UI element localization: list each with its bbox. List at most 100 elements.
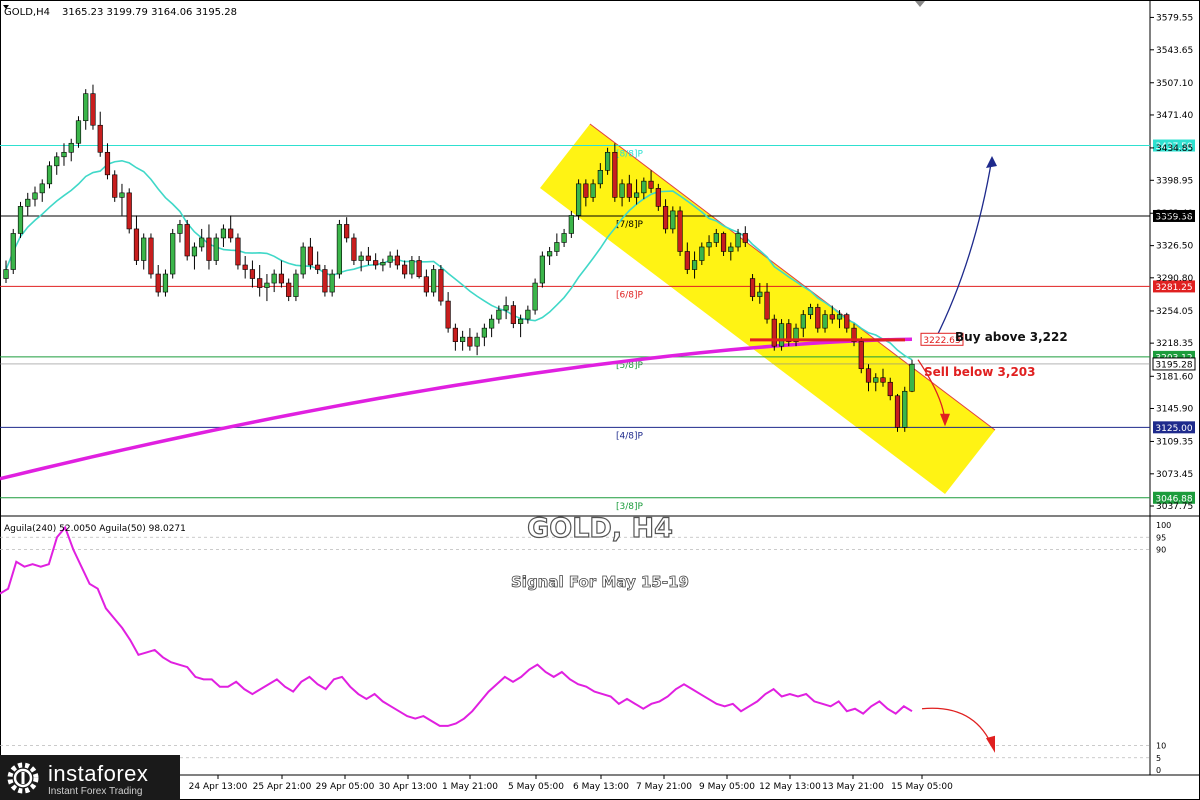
current-price-text: 3195.28 (1155, 360, 1192, 370)
osc-scale-label: 100 (1156, 521, 1171, 530)
candle-body (402, 264, 408, 275)
candle-body (39, 183, 45, 194)
time-tick-label: 30 Apr 13:00 (379, 782, 438, 792)
price-tick-label: 3326.50 (1156, 242, 1193, 252)
candle-body (699, 246, 705, 261)
logo-gear-icon (7, 762, 39, 794)
time-tick-label: 9 May 05:00 (699, 782, 755, 792)
time-tick-label: 24 Apr 13:00 (189, 782, 248, 792)
candle-body (358, 255, 364, 261)
candle-body (575, 183, 582, 216)
oscillator-panel: 100 95 90 10 5 0 (0, 521, 1171, 775)
candle-body (670, 210, 676, 230)
candle-body (126, 192, 132, 230)
osc-scale-label: 95 (1156, 533, 1166, 542)
indicator-label: Aguila(240) 52.0050 Aguila(50) 98.0271 (4, 524, 186, 534)
price-tick-label: 3543.65 (1156, 46, 1193, 56)
candle-body (655, 188, 661, 207)
candle-body (365, 255, 372, 261)
candle-body (235, 237, 241, 266)
chart-title: GOLD, H4 (527, 513, 673, 544)
time-tick-label: 5 May 05:00 (508, 782, 564, 792)
candle-body (452, 327, 458, 342)
candle-body (54, 156, 60, 167)
candle-body (220, 228, 227, 239)
buy-arrow (934, 157, 993, 341)
candle-body (626, 183, 632, 198)
candle-body (677, 210, 683, 252)
price-tick-label: 3073.45 (1156, 470, 1193, 480)
candle-body (90, 93, 96, 126)
candle-body (133, 228, 140, 261)
shift-marker (915, 1, 925, 7)
candle-body (17, 206, 24, 234)
candle-body (735, 233, 741, 248)
level-price-text: 3125.00 (1155, 424, 1192, 434)
candle-body (344, 224, 350, 239)
candle-body (148, 237, 154, 275)
candle-body (83, 93, 89, 122)
candle-body (771, 318, 777, 347)
candle-body (249, 269, 256, 279)
candle-body (61, 151, 67, 158)
candle-body (590, 183, 596, 198)
candle-body (46, 165, 53, 185)
candle-body (684, 251, 690, 270)
time-tick-label: 6 May 13:00 (573, 782, 629, 792)
candle-body (836, 314, 843, 320)
candle-body (162, 273, 169, 293)
candle-body (633, 192, 640, 198)
candle-body (880, 377, 886, 383)
candle-body (97, 124, 103, 153)
candle-body (873, 377, 879, 383)
candle-body (141, 237, 147, 261)
level-label: [6/8]P (616, 290, 644, 300)
price-tick-label: 3471.40 (1156, 111, 1193, 121)
candle-body (568, 215, 574, 234)
price-chart[interactable]: [8/8]P[7/8]P[6/8]P[5/8]P[4/8]P[3/8]P 343… (0, 0, 1200, 800)
candle-body (351, 237, 357, 261)
buy-signal-label: Buy above 3,222 (955, 330, 1068, 344)
time-tick-label: 1 May 21:00 (442, 782, 498, 792)
candle-body (481, 327, 487, 338)
osc-scale-label: 0 (1156, 766, 1161, 775)
price-tick-label: 3145.90 (1156, 404, 1193, 414)
ohlc-readout: 3165.23 3199.79 3164.06 3195.28 (62, 7, 237, 18)
candle-body (25, 198, 31, 207)
candle-body (68, 142, 74, 153)
candle-body (170, 233, 176, 275)
symbol-label: GOLD,H4 (4, 7, 50, 18)
level-label: [4/8]P (616, 431, 644, 441)
candle-body (438, 269, 444, 302)
candle-body (510, 305, 516, 324)
candle-body (742, 233, 748, 243)
candle-body (10, 233, 16, 270)
candlesticks (3, 84, 915, 432)
candle-body (641, 180, 647, 194)
candle-body (278, 273, 285, 284)
candle-body (257, 278, 263, 288)
candle-body (75, 120, 82, 144)
candle-body (749, 278, 756, 297)
candle-body (286, 282, 292, 297)
candle-body (300, 246, 306, 275)
candle-body (213, 237, 219, 261)
price-tick-label: 3362.40 (1156, 209, 1193, 219)
candle-body (394, 255, 400, 266)
candle-body (583, 183, 589, 198)
price-tick-label: 3218.35 (1156, 339, 1193, 349)
osc-scale-label: 10 (1156, 742, 1166, 751)
candle-body (387, 255, 393, 263)
candle-body (315, 264, 321, 270)
candle-body (423, 276, 429, 293)
candle-body (460, 336, 466, 342)
level-label: [8/8]P (616, 150, 644, 160)
candle-body (264, 282, 270, 288)
candle-body (380, 262, 386, 266)
candle-body (887, 381, 893, 397)
candle-body (518, 318, 524, 324)
candle-body (242, 264, 248, 270)
candle-body (902, 390, 908, 428)
price-tick-label: 3507.10 (1156, 79, 1193, 89)
candle-body (815, 307, 821, 329)
